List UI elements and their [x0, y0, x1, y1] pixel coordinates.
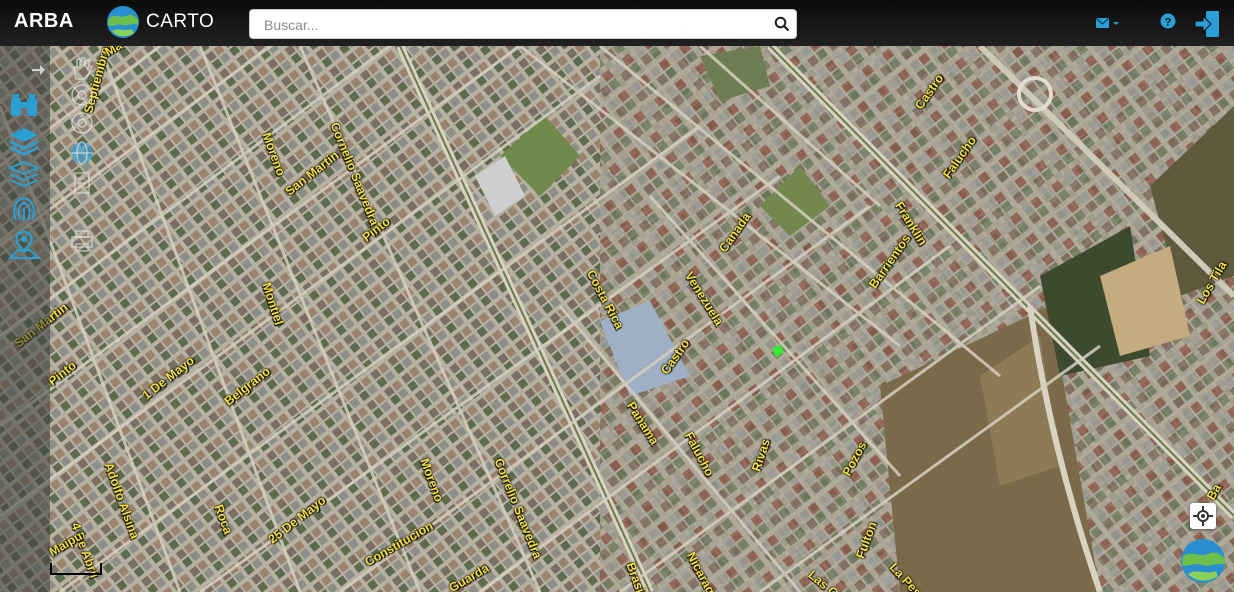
satellite-map[interactable]: Septiembre Moreno Cornelio Saavedra San …: [0, 46, 1234, 592]
search-box[interactable]: [249, 9, 797, 40]
map-pin-icon[interactable]: [8, 230, 40, 260]
printer-icon[interactable]: [68, 228, 96, 254]
layers-stack-icon[interactable]: [8, 160, 40, 190]
scale-bar: [50, 563, 102, 575]
document-icon[interactable]: [68, 170, 96, 196]
fingerprint-icon[interactable]: [8, 194, 40, 224]
pan-hand-icon[interactable]: [68, 55, 96, 81]
arba-brand[interactable]: ARBA: [14, 10, 74, 33]
locate-me-button[interactable]: [1190, 503, 1216, 529]
carto-logo-text: CARTO: [146, 11, 215, 32]
carto-globe-logo-icon: [107, 6, 139, 38]
logout-icon[interactable]: [1193, 10, 1221, 38]
target-icon[interactable]: [68, 110, 96, 136]
left-tool-panel: [0, 46, 50, 592]
mail-dropdown-icon[interactable]: [1095, 15, 1121, 31]
globe-icon[interactable]: [68, 140, 96, 166]
svg-text:?: ?: [1165, 17, 1172, 29]
basemap-globe-icon[interactable]: [1180, 538, 1226, 584]
expand-arrow-icon[interactable]: [30, 62, 46, 78]
layers-icon[interactable]: [8, 126, 40, 156]
crosshair-icon: [1193, 506, 1213, 526]
search-icon[interactable]: [774, 16, 790, 32]
target-icon[interactable]: [68, 82, 96, 108]
top-bar: ARBA CARTO ?: [0, 0, 1234, 46]
help-icon[interactable]: ?: [1160, 13, 1176, 29]
search-input[interactable]: [262, 10, 766, 40]
binoculars-icon[interactable]: [8, 92, 40, 122]
